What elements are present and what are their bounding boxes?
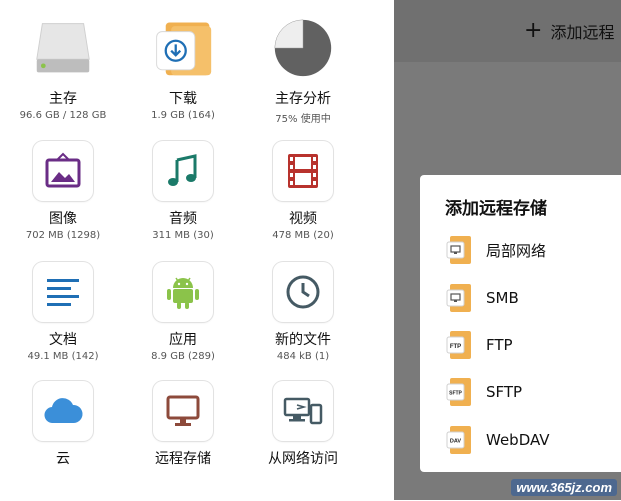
tile-documents[interactable]: 文档 49.1 MB (142) [3, 262, 123, 382]
option-label: SFTP [486, 383, 523, 401]
option-smb[interactable]: SMB [446, 283, 519, 313]
tile-label: 文档 [49, 332, 77, 348]
tile-audio[interactable]: 音频 311 MB (30) [123, 141, 243, 261]
clock-icon [273, 262, 333, 322]
option-label: FTP [486, 336, 513, 354]
tile-label: 图像 [49, 211, 77, 227]
tile-sub: 484 kB (1) [276, 351, 330, 362]
tile-label: 主存分析 [275, 91, 331, 107]
tile-sub: 96.6 GB / 128 GB [19, 110, 107, 121]
option-label: SMB [486, 289, 519, 307]
tile-label: 应用 [169, 332, 197, 348]
tile-cloud[interactable]: 云 [3, 381, 123, 501]
add-remote-label: 添加远程 [550, 23, 615, 42]
ftp-file-icon: FTP [446, 330, 472, 360]
tile-label: 下载 [169, 91, 197, 107]
tile-sub: 75% 使用中 [275, 114, 331, 125]
option-ftp[interactable]: FTP FTP [446, 330, 513, 360]
tile-storage-analysis[interactable]: 主存分析 75% 使用中 [243, 18, 363, 138]
download-folder-icon [153, 18, 213, 78]
tile-label: 从网络访问 [268, 451, 338, 467]
tile-video[interactable]: 视频 478 MB (20) [243, 141, 363, 261]
ftp-badge: FTP [450, 344, 461, 350]
dav-badge: DAV [450, 439, 462, 445]
option-label: 局部网络 [486, 241, 547, 260]
tile-label: 新的文件 [275, 332, 331, 348]
tile-sub: 478 MB (20) [272, 230, 334, 241]
image-icon [33, 141, 93, 201]
document-lines-icon [33, 262, 93, 322]
film-icon [273, 141, 333, 201]
monitor-icon [153, 381, 213, 441]
tile-label: 主存 [49, 91, 77, 107]
tile-downloads[interactable]: 下载 1.9 GB (164) [123, 18, 243, 138]
tile-sub: 702 MB (1298) [25, 230, 101, 241]
add-remote-button[interactable]: + 添加远程 [524, 18, 614, 44]
tile-main-storage[interactable]: 主存 96.6 GB / 128 GB [3, 18, 123, 138]
webdav-file-icon: DAV [446, 425, 472, 455]
tile-label: 视频 [289, 211, 317, 227]
add-remote-storage-dialog: 添加远程存储 局部网络 SMB FTP FTP SFTP SFTP DAV We… [420, 175, 621, 472]
option-webdav[interactable]: DAV WebDAV [446, 425, 550, 455]
hard-drive-icon [33, 18, 93, 78]
tile-sub: 8.9 GB (289) [151, 351, 215, 362]
tile-sub: 49.1 MB (142) [27, 351, 99, 362]
storage-grid-panel: 主存 96.6 GB / 128 GB 下载 1.9 GB (164) 主存分析… [0, 0, 394, 500]
tile-sub: 311 MB (30) [152, 230, 214, 241]
tile-sub: 1.9 GB (164) [151, 110, 215, 121]
tile-label: 远程存储 [155, 451, 211, 467]
watermark: www.365jz.com [511, 479, 617, 496]
option-label: WebDAV [486, 431, 550, 449]
local-network-file-icon [446, 235, 472, 265]
tile-new-files[interactable]: 新的文件 484 kB (1) [243, 262, 363, 382]
tile-network-access[interactable]: 从网络访问 [243, 381, 363, 501]
pie-chart-icon [273, 18, 333, 78]
smb-file-icon [446, 283, 472, 313]
plus-icon: + [524, 18, 543, 43]
tile-label: 云 [56, 451, 70, 467]
tile-apps[interactable]: 应用 8.9 GB (289) [123, 262, 243, 382]
top-bar: + 添加远程 [394, 0, 621, 62]
dialog-title: 添加远程存储 [445, 199, 547, 219]
tile-images[interactable]: 图像 702 MB (1298) [3, 141, 123, 261]
sftp-file-icon: SFTP [446, 377, 472, 407]
devices-icon [273, 381, 333, 441]
tile-label: 音频 [169, 211, 197, 227]
option-sftp[interactable]: SFTP SFTP [446, 377, 522, 407]
option-local-network[interactable]: 局部网络 [446, 235, 546, 265]
dimmed-background: + 添加远程 添加远程存储 局部网络 SMB FTP FTP SFTP SFTP… [394, 0, 621, 500]
cloud-icon [33, 381, 93, 441]
android-icon [153, 262, 213, 322]
sftp-badge: SFTP [449, 391, 462, 397]
tile-remote-storage[interactable]: 远程存储 [123, 381, 243, 501]
music-note-icon [153, 141, 213, 201]
